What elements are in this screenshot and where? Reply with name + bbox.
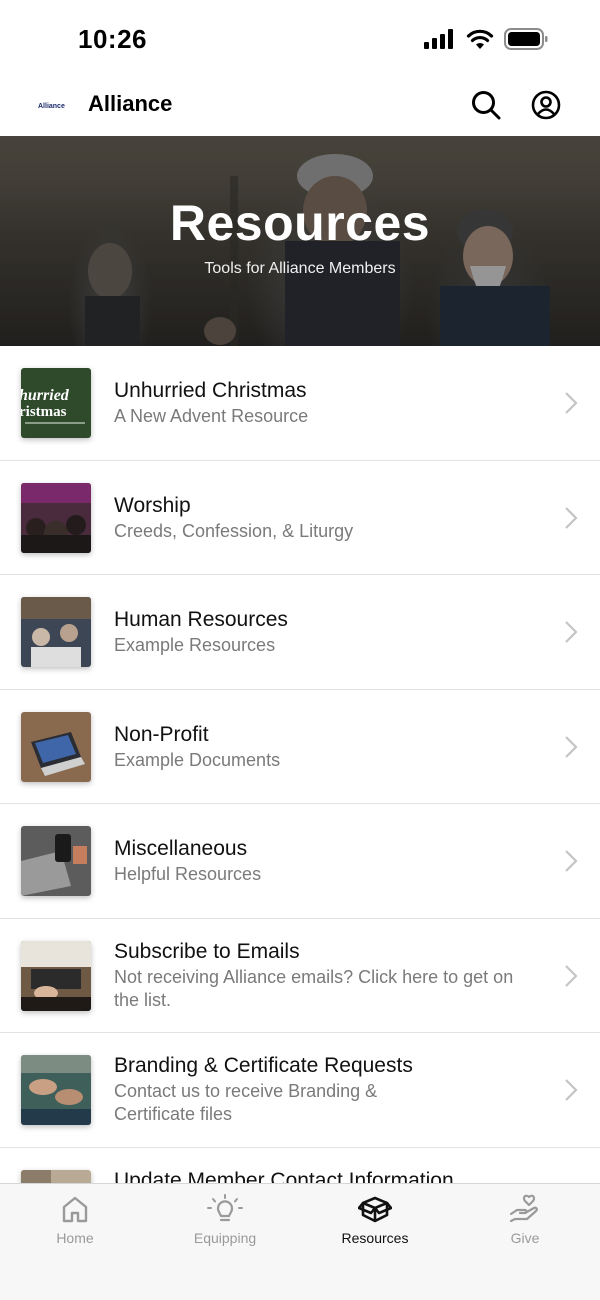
item-subtitle: Helpful Resources bbox=[114, 864, 262, 884]
list-item-unhurried-christmas[interactable]: hurried ristmas Unhurried Christmas A Ne… bbox=[0, 346, 600, 461]
search-icon bbox=[472, 91, 501, 120]
cellular-signal-icon bbox=[424, 29, 453, 49]
subscribe-emails-thumbnail bbox=[21, 940, 91, 1011]
branding-certificate-thumbnail bbox=[21, 1055, 91, 1125]
thumbnail bbox=[21, 1055, 91, 1125]
svg-text:hurried: hurried bbox=[21, 387, 70, 404]
item-text: Human Resources Example Resources bbox=[114, 607, 540, 657]
item-subtitle: A New Advent Resource bbox=[114, 406, 309, 426]
list-item-miscellaneous[interactable]: Miscellaneous Helpful Resources bbox=[0, 804, 600, 919]
item-title: Miscellaneous bbox=[114, 837, 248, 860]
tab-equipping[interactable]: Equipping bbox=[165, 1194, 285, 1258]
tab-resources[interactable]: Resources bbox=[315, 1194, 435, 1258]
item-text: Worship Creeds, Confession, & Liturgy bbox=[114, 493, 540, 543]
list-item-worship[interactable]: Worship Creeds, Confession, & Liturgy bbox=[0, 461, 600, 575]
list-item-branding-certificate[interactable]: Branding & Certificate Requests Contact … bbox=[0, 1033, 600, 1148]
give-icon bbox=[509, 1194, 538, 1223]
item-title: Unhurried Christmas bbox=[114, 379, 307, 402]
battery-icon bbox=[504, 28, 548, 50]
worship-thumbnail bbox=[21, 482, 91, 553]
thumbnail: hurried ristmas bbox=[21, 368, 91, 438]
list-item-non-profit[interactable]: Non-Profit Example Documents bbox=[0, 690, 600, 804]
item-title: Non-Profit bbox=[114, 722, 209, 746]
item-text: Unhurried Christmas A New Advent Resourc… bbox=[114, 378, 540, 428]
alliance-logo: Alliance bbox=[38, 102, 65, 110]
box-icon bbox=[358, 1196, 392, 1223]
tab-label: Give bbox=[510, 1230, 540, 1246]
tab-home[interactable]: Home bbox=[15, 1194, 135, 1258]
tab-bar: Home Equipping Resources Give bbox=[0, 1183, 600, 1300]
chevron-right-icon bbox=[565, 392, 578, 414]
human-resources-thumbnail bbox=[21, 597, 91, 667]
thumbnail bbox=[21, 711, 91, 782]
chevron-right-icon bbox=[565, 621, 578, 643]
app-header: Alliance Alliance bbox=[0, 78, 600, 136]
tab-label: Home bbox=[56, 1230, 94, 1246]
hero-title: Resources bbox=[169, 195, 431, 251]
non-profit-thumbnail bbox=[21, 711, 91, 782]
status-time: 10:26 bbox=[78, 24, 147, 54]
status-bar: 10:26 bbox=[0, 0, 600, 78]
user-circle-icon bbox=[531, 90, 561, 120]
item-title: Branding & Certificate Requests bbox=[114, 1054, 413, 1077]
thumbnail bbox=[21, 597, 91, 667]
item-subtitle: Not receiving Alliance emails? Click her… bbox=[114, 966, 514, 1010]
profile-button[interactable] bbox=[529, 88, 563, 122]
tab-give[interactable]: Give bbox=[465, 1194, 585, 1258]
item-subtitle: Contact us to receive Branding & Certifi… bbox=[114, 1081, 378, 1124]
item-subtitle: Example Resources bbox=[114, 635, 276, 655]
list-item-subscribe-emails[interactable]: Subscribe to Emails Not receiving Allian… bbox=[0, 919, 600, 1033]
thumbnail bbox=[21, 940, 91, 1011]
chevron-right-icon bbox=[565, 506, 578, 529]
item-title: Worship bbox=[114, 493, 191, 517]
item-text: Miscellaneous Helpful Resources bbox=[114, 836, 540, 886]
svg-text:ristmas: ristmas bbox=[21, 404, 67, 420]
status-icons bbox=[424, 28, 548, 50]
app-title: Alliance bbox=[88, 91, 173, 116]
unhurried-christmas-thumbnail: hurried ristmas bbox=[21, 368, 91, 438]
thumbnail bbox=[21, 826, 91, 896]
hero-subtitle: Tools for Alliance Members bbox=[204, 260, 396, 277]
chevron-right-icon bbox=[565, 735, 578, 758]
hero-banner: Resources Tools for Alliance Members bbox=[0, 136, 600, 346]
resource-list: hurried ristmas Unhurried Christmas A Ne… bbox=[0, 346, 600, 1262]
item-text: Subscribe to Emails Not receiving Allian… bbox=[114, 939, 540, 1012]
list-item-human-resources[interactable]: Human Resources Example Resources bbox=[0, 575, 600, 690]
miscellaneous-thumbnail bbox=[21, 826, 91, 896]
item-subtitle: Example Documents bbox=[114, 749, 281, 770]
chevron-right-icon bbox=[565, 1079, 578, 1101]
item-text: Branding & Certificate Requests Contact … bbox=[114, 1053, 540, 1126]
item-title: Human Resources bbox=[114, 608, 288, 631]
item-title: Subscribe to Emails bbox=[114, 939, 300, 963]
tab-label: Equipping bbox=[193, 1230, 257, 1246]
thumbnail bbox=[21, 482, 91, 553]
item-subtitle: Creeds, Confession, & Liturgy bbox=[114, 520, 354, 541]
tab-label: Resources bbox=[341, 1230, 409, 1246]
search-button[interactable] bbox=[469, 88, 503, 122]
item-text: Non-Profit Example Documents bbox=[114, 722, 540, 772]
chevron-right-icon bbox=[565, 850, 578, 872]
wifi-icon bbox=[466, 29, 494, 49]
lightbulb-icon bbox=[207, 1194, 243, 1222]
chevron-right-icon bbox=[565, 964, 578, 987]
home-icon bbox=[62, 1196, 88, 1223]
